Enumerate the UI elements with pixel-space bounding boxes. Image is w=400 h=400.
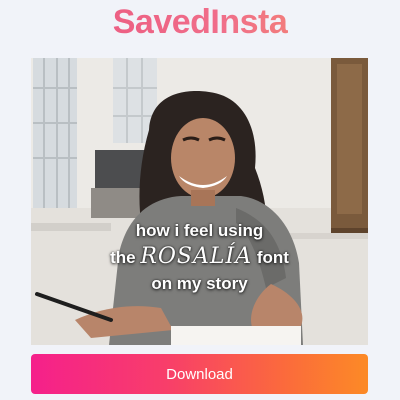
caption-line-3: on my story bbox=[151, 274, 248, 293]
site-logo[interactable]: SavedInsta bbox=[0, 2, 400, 42]
video-frame-illustration bbox=[31, 58, 368, 345]
story-caption: how i feel using the ROSALÍA font on my … bbox=[31, 218, 368, 297]
caption-line-2-suffix: font bbox=[256, 248, 289, 267]
caption-brand-word: ROSALÍA bbox=[140, 244, 253, 269]
caption-line-1: how i feel using bbox=[135, 221, 264, 240]
caption-line-2: the ROSALÍA font bbox=[31, 244, 368, 271]
video-preview[interactable]: how i feel using the ROSALÍA font on my … bbox=[31, 58, 368, 345]
download-button[interactable]: Download bbox=[31, 354, 368, 394]
caption-line-2-prefix: the bbox=[110, 248, 136, 267]
